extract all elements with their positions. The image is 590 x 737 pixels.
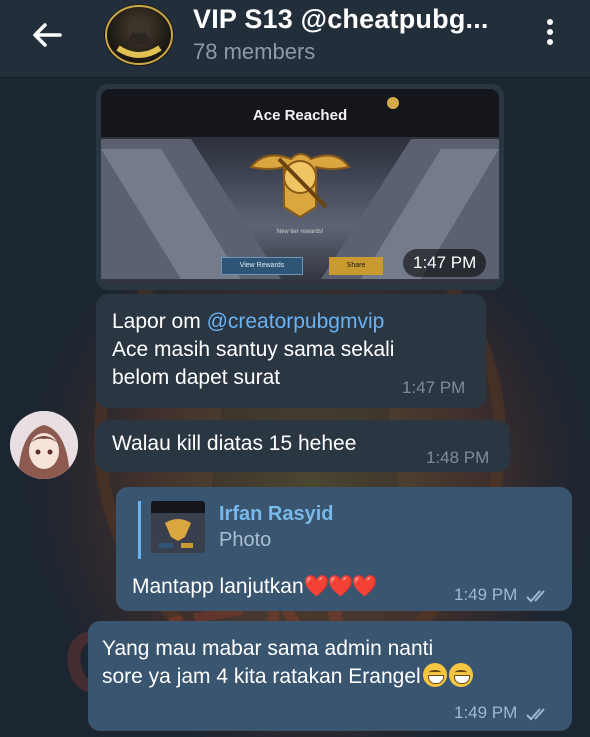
group-title[interactable]: VIP S13 @cheatpubg... (193, 4, 489, 35)
mention-link[interactable]: @creatorpubgmvip (207, 310, 385, 333)
more-vertical-icon[interactable] (538, 16, 562, 50)
message-text-line: Mantapp lanjutkan (132, 575, 304, 598)
message-time: 1:47 PM (403, 249, 487, 277)
game-screenshot[interactable]: Ace Reached New tier rewards! View Rewar… (101, 89, 499, 285)
double-check-icon (526, 589, 545, 602)
double-check-icon (526, 707, 545, 720)
grinning-emoji (422, 663, 447, 687)
sender-avatar[interactable] (10, 411, 78, 479)
message-text-line: belom dapet surat (112, 366, 281, 389)
message-text-line: Yang mau mabar sama admin nanti (102, 637, 434, 660)
message-bubble[interactable]: Walau kill diatas 15 hehee 1:48 PM (96, 420, 510, 472)
message-text-line: Lapor om (112, 310, 207, 333)
grinning-emoji (448, 663, 473, 687)
reply-thumbnail (151, 501, 205, 553)
group-avatar-image (105, 5, 173, 65)
game-achievement-title: Ace Reached (252, 107, 348, 124)
reply-media-type: Photo (219, 529, 272, 551)
share-button: Share (329, 257, 383, 275)
photo-message[interactable]: Ace Reached New tier rewards! View Rewar… (96, 84, 504, 290)
reply-quote[interactable]: Irfan Rasyid Photo (138, 501, 333, 559)
message-time: 1:47 PM (402, 378, 466, 397)
tier-note: New tier rewards! (276, 229, 324, 235)
reply-message-bubble[interactable]: Irfan Rasyid Photo Mantapp lanjutkan❤️❤️… (116, 487, 572, 611)
message-text-line: sore ya jam 4 kita ratakan Erangel (102, 665, 421, 688)
message-time: 1:49 PM (454, 585, 518, 604)
view-rewards-button: View Rewards (221, 257, 303, 275)
heart-emoji: ❤️❤️❤️ (303, 575, 378, 598)
message-bubble[interactable]: Lapor om @creatorpubgmvip Ace masih sant… (96, 294, 486, 408)
message-text: Mantapp lanjutkan❤️❤️❤️ (132, 573, 378, 601)
ace-badge-thumbnail (151, 501, 205, 553)
message-text: Yang mau mabar sama admin nanti sore ya … (102, 635, 558, 691)
message-time: 1:48 PM (426, 448, 490, 467)
reply-sender-name: Irfan Rasyid (219, 503, 334, 525)
chat-header: VIP S13 @cheatpubg... 78 members (0, 0, 590, 78)
member-count: 78 members (193, 39, 316, 64)
message-bubble[interactable]: Yang mau mabar sama admin nanti sore ya … (88, 621, 572, 731)
message-time-status: 1:49 PM (454, 703, 552, 723)
message-list[interactable]: CHEAT Ace Reached New tier rewards! View… (0, 78, 590, 737)
anime-avatar-image (10, 411, 78, 479)
group-avatar[interactable] (104, 4, 174, 66)
back-arrow-icon[interactable] (30, 18, 64, 52)
message-time-status: 1:49 PM (454, 585, 552, 605)
message-text-line: Ace masih santuy sama sekali (112, 338, 395, 361)
message-time: 1:49 PM (454, 703, 518, 722)
